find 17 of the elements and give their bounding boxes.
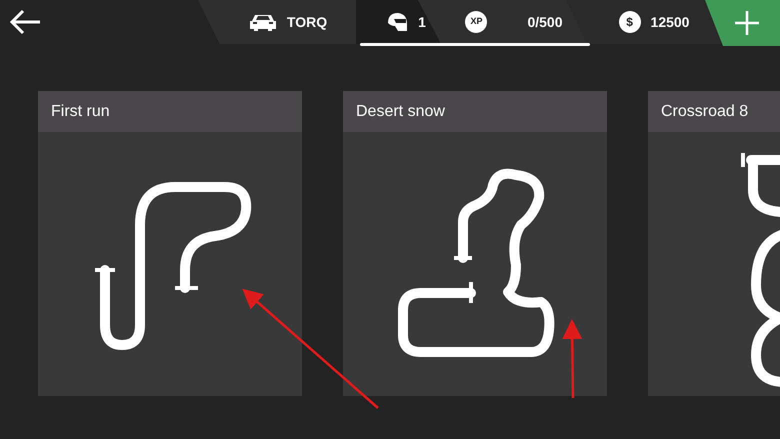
track-name: First run [51,102,110,122]
xp-badge: XP [465,11,488,33]
plus-icon [734,10,760,36]
car-name: TORQ [286,12,328,32]
back-button[interactable] [8,8,42,36]
helmet-icon [386,11,408,33]
rank-value: 1 [418,12,426,32]
car-icon [248,12,277,32]
back-arrow-icon [8,8,42,36]
currency-badge: $ [618,11,641,33]
xp-value: 0/500 [527,12,563,32]
track-card[interactable]: Crossroad 8 [648,91,780,396]
money-value: 12500 [650,12,690,32]
track-card[interactable]: First run [38,91,302,396]
track-name: Desert snow [356,102,445,122]
track-card[interactable]: Desert snow [343,91,607,396]
track-name: Crossroad 8 [661,102,748,122]
